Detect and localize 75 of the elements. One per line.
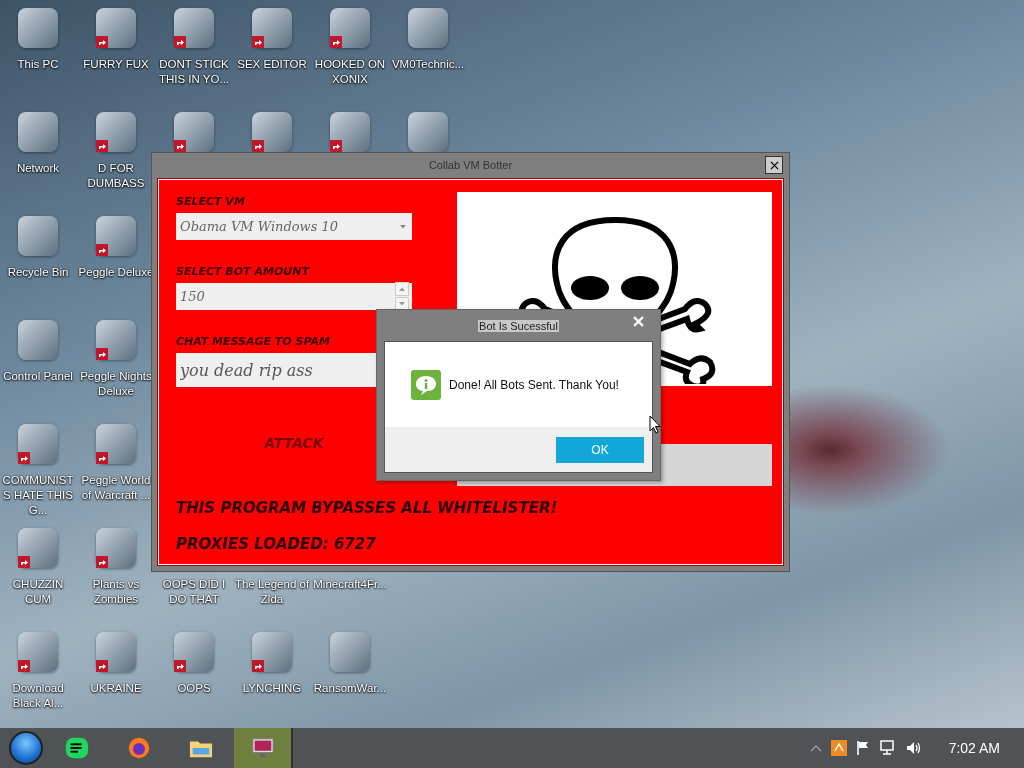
chevron-up-icon[interactable] xyxy=(809,744,822,752)
icon-label: FURRY FUX xyxy=(82,57,150,72)
icon-label: Control Panel xyxy=(2,369,74,384)
app-icon[interactable] xyxy=(174,632,214,672)
caret-icon xyxy=(400,224,406,229)
clock-time[interactable]: 7:02 AM xyxy=(948,740,1000,756)
app-icon[interactable] xyxy=(408,8,448,48)
icon-label: COMMUNISTS HATE THIS G... xyxy=(1,473,75,518)
tray-app-icon[interactable] xyxy=(830,740,847,756)
app-icon[interactable] xyxy=(18,216,58,256)
icon-label: Download Black Al... xyxy=(11,681,65,711)
icon-label: This PC xyxy=(16,57,60,72)
flag-icon[interactable] xyxy=(855,740,870,756)
app-icon[interactable] xyxy=(96,8,136,48)
app-icon[interactable] xyxy=(174,112,214,152)
app-icon[interactable] xyxy=(18,424,58,464)
icon-label: Network xyxy=(15,161,61,176)
notice-text: THIS PROGRAM BYPASSES ALL WHITELISTER! xyxy=(176,499,559,520)
field-label: SELECT VM xyxy=(176,195,246,210)
field-label: SELECT BOT AMOUNT xyxy=(176,265,311,280)
icon-label: Minecraft4Fr... xyxy=(312,577,388,592)
app-icon[interactable] xyxy=(408,112,448,152)
app-icon[interactable] xyxy=(330,112,370,152)
icon-label: OOPS DID I DO THAT xyxy=(161,577,227,607)
icon-label: The Legend of Zlda xyxy=(233,577,311,607)
icon-label: Peggle World of Warcraft ... xyxy=(80,473,152,503)
icon-label: Recycle Bin xyxy=(6,265,70,280)
vm-dropdown[interactable]: Obama VM Windows 10 xyxy=(176,213,412,240)
up-arrow-icon xyxy=(399,287,405,291)
dialog-message: Done! All Bots Sent. Thank You! xyxy=(449,377,619,392)
icon-label: LYNCHING xyxy=(241,681,303,696)
close-icon xyxy=(769,160,779,170)
speaker-icon[interactable] xyxy=(905,740,922,756)
icon-label: VM0Technic... xyxy=(390,57,466,72)
icon-label: CHUZZIN CUM xyxy=(11,577,65,607)
icon-label: SEX EDITOR xyxy=(236,57,308,72)
taskbar-app-icon[interactable] xyxy=(234,728,293,768)
down-arrow-icon xyxy=(399,302,405,306)
icon-label: UKRAINE xyxy=(89,681,143,696)
app-icon[interactable] xyxy=(252,112,292,152)
app-icon[interactable] xyxy=(174,8,214,48)
icon-label: DONT STICK THIS IN YO... xyxy=(157,57,231,87)
proxies-text: PROXIES LOADED: 6727 xyxy=(176,534,377,555)
icon-label: Plants vs Zombies xyxy=(91,577,141,607)
window-title: Collab VM Botter xyxy=(428,159,513,171)
app-icon[interactable] xyxy=(18,112,58,152)
close-icon xyxy=(632,315,644,327)
app-icon[interactable] xyxy=(96,424,136,464)
app-icon[interactable] xyxy=(96,112,136,152)
app-icon[interactable] xyxy=(96,528,136,568)
app-icon[interactable] xyxy=(252,632,292,672)
app-icon[interactable] xyxy=(96,632,136,672)
app-icon[interactable] xyxy=(18,320,58,360)
icon-label: OOPS xyxy=(176,681,212,696)
app-icon[interactable] xyxy=(96,320,136,360)
icon-label: D FOR DUMBASS xyxy=(86,161,146,191)
close-button[interactable] xyxy=(765,156,783,174)
icon-label: HOOKED ON XONIX xyxy=(313,57,387,87)
info-icon xyxy=(411,369,441,400)
app-icon[interactable] xyxy=(330,632,370,672)
icon-label: RansomWar... xyxy=(312,681,388,696)
field-label: CHAT MESSAGE TO SPAM xyxy=(176,335,331,350)
app-icon[interactable] xyxy=(96,216,136,256)
app-icon[interactable] xyxy=(252,8,292,48)
app-icon[interactable] xyxy=(18,528,58,568)
app-icon[interactable] xyxy=(330,8,370,48)
start-button[interactable] xyxy=(9,731,43,765)
icon-label: Peggle Nights Deluxe xyxy=(79,369,153,399)
ok-button[interactable]: OK xyxy=(556,436,644,463)
spin-up-button[interactable] xyxy=(395,282,409,296)
dialog-title: Bot Is Sucessful xyxy=(478,319,559,332)
app-icon[interactable] xyxy=(18,632,58,672)
app-icon[interactable] xyxy=(18,8,58,48)
bot-amount-spinbox[interactable]: 150 xyxy=(176,283,412,310)
network-icon[interactable] xyxy=(878,740,897,756)
